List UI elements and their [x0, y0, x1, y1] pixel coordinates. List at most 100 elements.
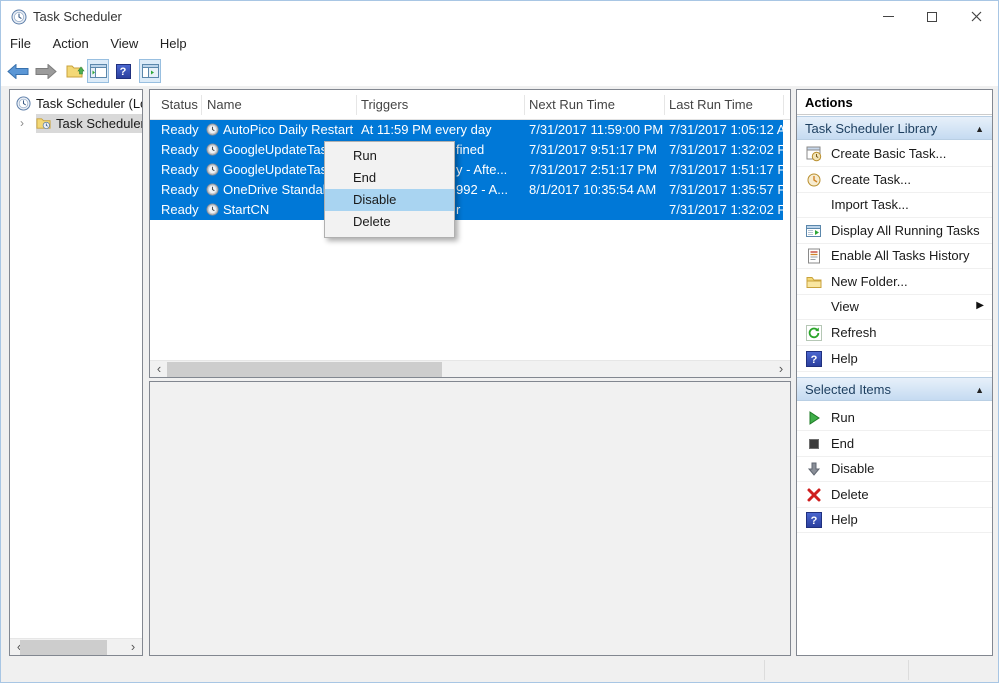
- action-item-disable[interactable]: Disable: [797, 457, 992, 482]
- action-item-help-selected[interactable]: ? Help: [797, 508, 992, 533]
- scroll-right-arrow[interactable]: ›: [773, 361, 789, 378]
- task-row-autopico[interactable]: Ready AutoPico Daily Restart At 11:59 PM…: [150, 120, 783, 140]
- column-header-last-run[interactable]: Last Run Time: [669, 97, 753, 112]
- actions-panel: Actions Task Scheduler Library ▲ Create …: [796, 89, 993, 656]
- menu-bar: File Action View Help: [1, 33, 998, 56]
- action-item-enable-all-tasks-history[interactable]: Enable All Tasks History: [797, 244, 992, 269]
- column-divider[interactable]: [356, 95, 357, 115]
- collapse-arrow-icon[interactable]: ▲: [975, 117, 984, 141]
- tree-expander-chevron-icon[interactable]: ›: [20, 114, 24, 133]
- console-tree-toggle-button[interactable]: [87, 59, 109, 83]
- new-folder-icon: [806, 274, 822, 290]
- context-menu-item-end[interactable]: End: [325, 167, 454, 189]
- status-cell: Ready: [161, 182, 199, 197]
- status-strip-divider: [764, 660, 765, 680]
- status-cell: Ready: [161, 122, 199, 137]
- action-item-label: Display All Running Tasks: [831, 223, 980, 238]
- minimize-button[interactable]: [866, 1, 910, 32]
- column-header-status[interactable]: Status: [161, 97, 198, 112]
- section-header-label: Task Scheduler Library: [805, 121, 937, 136]
- trigger-cell-fragment: y - Afte...: [456, 162, 507, 177]
- task-preview-pane: [149, 381, 791, 656]
- task-row-onedrive[interactable]: Ready OneDrive Standalo... 992 - A... 8/…: [150, 180, 783, 200]
- context-menu: Run End Disable Delete: [324, 141, 455, 238]
- submenu-arrow-icon: ▶: [976, 300, 984, 311]
- action-item-new-folder[interactable]: New Folder...: [797, 270, 992, 295]
- collapse-arrow-icon[interactable]: ▲: [975, 378, 984, 402]
- tree-scrollbar-thumb[interactable]: [20, 640, 107, 655]
- menu-view[interactable]: View: [101, 33, 147, 54]
- library-folder-icon: [36, 116, 51, 131]
- menu-file[interactable]: File: [1, 33, 40, 54]
- action-item-end[interactable]: End: [797, 432, 992, 457]
- action-item-view[interactable]: View ▶: [797, 295, 992, 320]
- section-header-task-scheduler-library[interactable]: Task Scheduler Library ▲: [797, 116, 992, 140]
- toolbar-help-button[interactable]: ?: [113, 59, 133, 83]
- action-item-refresh[interactable]: Refresh: [797, 321, 992, 346]
- task-row-startcn[interactable]: Ready StartCN r 7/31/2017 1:32:02 PM: [150, 200, 783, 220]
- refresh-icon: [806, 325, 822, 341]
- task-clock-icon: [206, 123, 219, 136]
- scroll-right-arrow[interactable]: ›: [125, 639, 141, 656]
- action-item-label: Help: [831, 351, 858, 366]
- task-scheduler-window: Task Scheduler File Action View Help ?: [0, 0, 999, 683]
- menu-action[interactable]: Action: [44, 33, 98, 54]
- action-item-import-task[interactable]: Import Task...: [797, 193, 992, 218]
- scheduler-clock-icon: [16, 96, 31, 111]
- action-item-delete[interactable]: Delete: [797, 483, 992, 508]
- action-pane-toggle-button[interactable]: [139, 59, 161, 83]
- context-menu-item-run[interactable]: Run: [325, 145, 454, 167]
- action-item-label: Run: [831, 410, 855, 425]
- task-clock-icon: [206, 183, 219, 196]
- menu-help[interactable]: Help: [151, 33, 196, 54]
- action-item-label: New Folder...: [831, 274, 908, 289]
- column-divider[interactable]: [783, 95, 784, 115]
- tree-item-task-scheduler-local[interactable]: Task Scheduler (Local): [16, 94, 143, 113]
- section-header-selected-items[interactable]: Selected Items ▲: [797, 377, 992, 401]
- window-title: Task Scheduler: [33, 1, 122, 33]
- column-header-triggers[interactable]: Triggers: [361, 97, 408, 112]
- next-run-cell: 7/31/2017 9:51:17 PM: [529, 142, 657, 157]
- workspace: Task Scheduler (Local) › Task Scheduler …: [1, 86, 998, 682]
- action-item-create-task[interactable]: Create Task...: [797, 168, 992, 193]
- column-divider[interactable]: [524, 95, 525, 115]
- title-bar: Task Scheduler: [1, 1, 998, 33]
- name-cell: AutoPico Daily Restart: [223, 122, 353, 137]
- tree-item-task-scheduler-library[interactable]: › Task Scheduler Library: [36, 114, 142, 133]
- action-item-run[interactable]: Run: [797, 406, 992, 431]
- action-item-help[interactable]: ? Help: [797, 347, 992, 372]
- tree-horizontal-scrollbar[interactable]: ‹ ›: [10, 638, 142, 655]
- list-scrollbar-thumb[interactable]: [167, 362, 442, 377]
- name-cell: GoogleUpdateTas...: [223, 142, 338, 157]
- next-run-cell: 7/31/2017 2:51:17 PM: [529, 162, 657, 177]
- list-column-headers: Status Name Triggers Next Run Time Last …: [150, 90, 790, 120]
- actions-panel-title: Actions: [797, 90, 992, 115]
- close-button[interactable]: [954, 1, 998, 32]
- maximize-button[interactable]: [910, 1, 954, 32]
- task-row-googleupdate-core[interactable]: Ready GoogleUpdateTas... fined 7/31/2017…: [150, 140, 783, 160]
- forward-button[interactable]: [33, 59, 59, 83]
- delete-icon: [806, 487, 822, 503]
- end-icon: [806, 436, 822, 452]
- column-divider[interactable]: [664, 95, 665, 115]
- back-button[interactable]: [5, 59, 31, 83]
- scroll-left-arrow[interactable]: ‹: [151, 361, 167, 378]
- tree-item-label: Task Scheduler (Local): [36, 96, 143, 111]
- app-clock-icon: [11, 9, 27, 25]
- column-divider[interactable]: [201, 95, 202, 115]
- last-run-cell: 7/31/2017 1:35:57 PM: [669, 182, 791, 197]
- context-menu-item-delete[interactable]: Delete: [325, 211, 454, 233]
- list-horizontal-scrollbar[interactable]: ‹ ›: [150, 360, 790, 377]
- column-header-next-run[interactable]: Next Run Time: [529, 97, 615, 112]
- column-header-name[interactable]: Name: [207, 97, 242, 112]
- status-cell: Ready: [161, 202, 199, 217]
- context-menu-item-disable[interactable]: Disable: [325, 189, 454, 211]
- action-item-label: Enable All Tasks History: [831, 248, 970, 263]
- up-folder-button[interactable]: [63, 59, 87, 83]
- action-item-label: Refresh: [831, 325, 877, 340]
- task-row-googleupdate-ua[interactable]: Ready GoogleUpdateTas... y - Afte... 7/3…: [150, 160, 783, 180]
- action-item-display-all-running-tasks[interactable]: Display All Running Tasks: [797, 219, 992, 244]
- action-item-create-basic-task[interactable]: Create Basic Task...: [797, 142, 992, 167]
- run-icon: [806, 410, 822, 426]
- next-run-cell: 8/1/2017 10:35:54 AM: [529, 182, 656, 197]
